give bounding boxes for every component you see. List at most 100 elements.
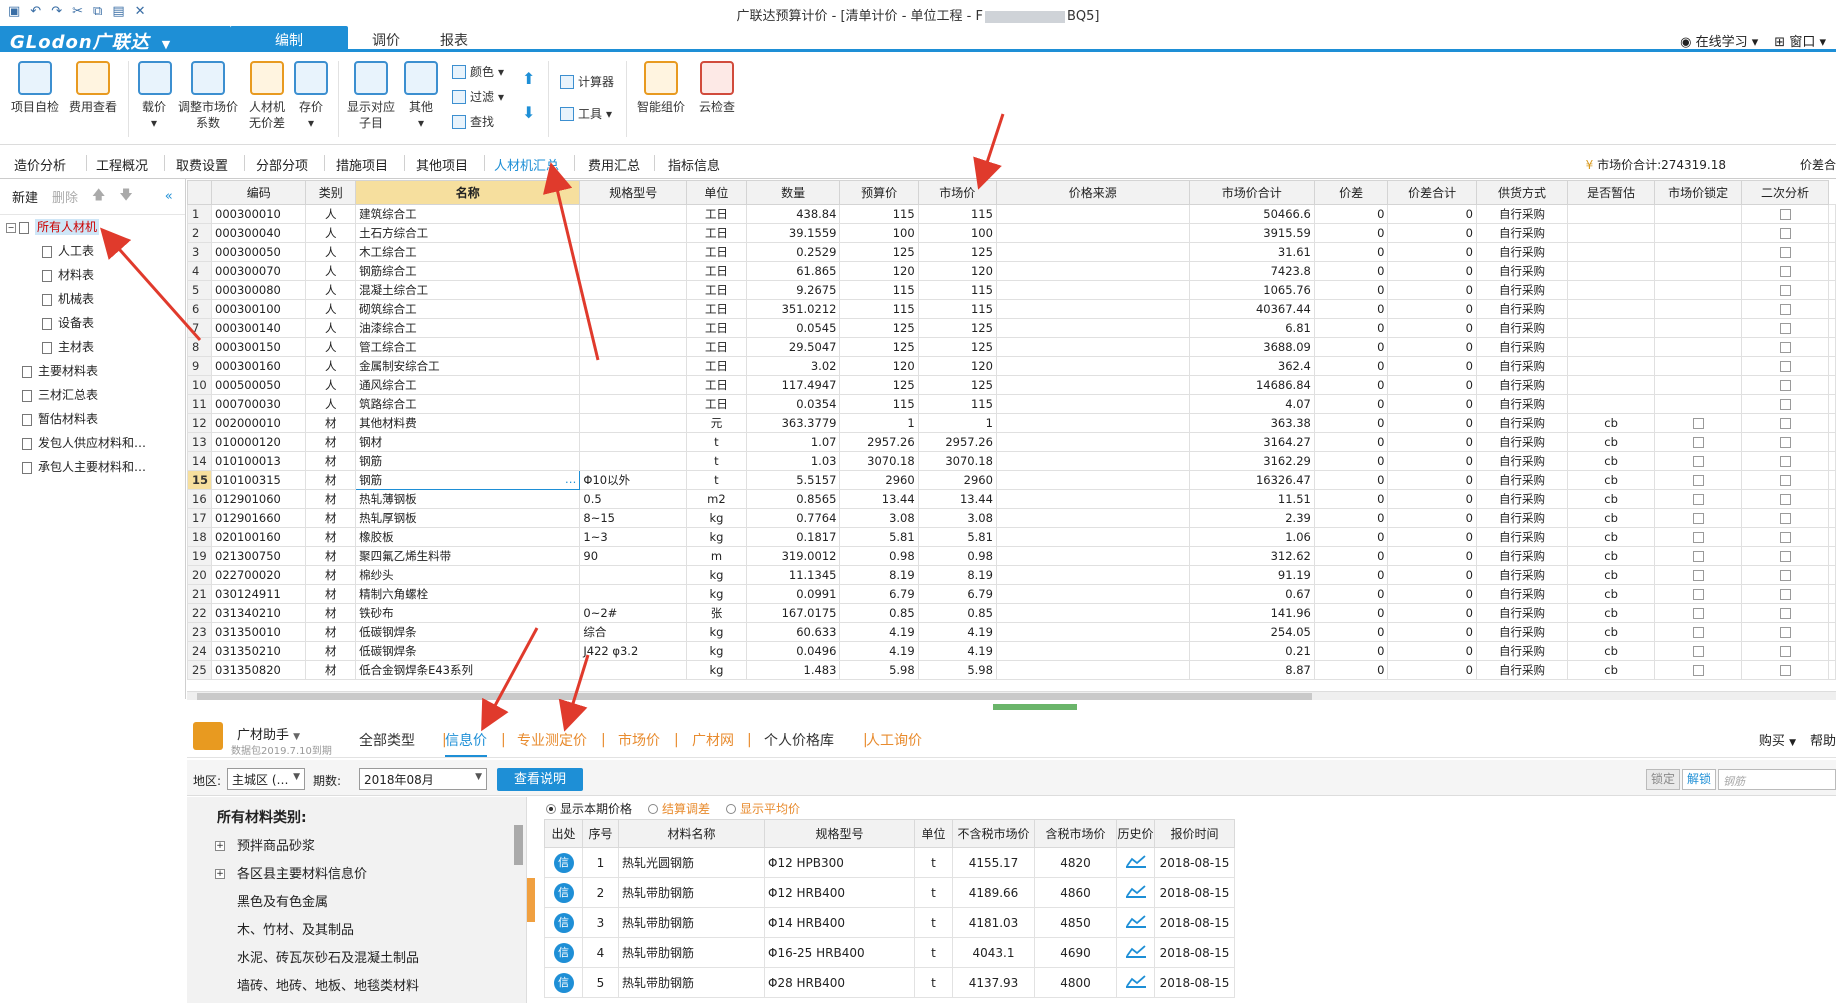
table-cell[interactable]: 人 (305, 280, 357, 300)
secondary-analysis-cell[interactable] (1828, 413, 1836, 433)
atab-market-price[interactable]: 市场价 (618, 730, 660, 750)
table-row[interactable]: 15 010100315 材钢筋 … Φ10以外 t 5.5157 2960 2960 1632… (187, 470, 1836, 490)
table-cell[interactable]: 0 (1387, 622, 1477, 642)
table-cell[interactable] (1567, 375, 1656, 395)
table-cell[interactable]: 自行采购 (1475, 242, 1569, 262)
price-cell[interactable]: t (914, 907, 953, 938)
table-cell[interactable]: 0 (1313, 603, 1389, 623)
market-lock-checkbox[interactable] (1779, 646, 1791, 657)
table-cell[interactable]: 建筑综合工 (355, 204, 581, 224)
table-row[interactable]: 17 012901660 材热轧厚钢板 8~15 kg 0.7764 3.08 3.08 2.3… (187, 508, 1836, 528)
table-cell[interactable] (995, 565, 1190, 585)
lock-cell[interactable] (1741, 584, 1829, 604)
expand-icon[interactable]: + (215, 869, 225, 879)
table-cell[interactable]: 031350820 (211, 660, 307, 680)
table-row[interactable]: 5 000300080 人混凝土综合工 工日 9.2675 115 115 1065.76 0 0… (187, 280, 1836, 300)
tree-node-all-resources[interactable]: − 所有人材机 (0, 215, 185, 239)
secondary-analysis-cell[interactable] (1828, 565, 1836, 585)
price-cell[interactable]: 热轧带肋钢筋 (618, 967, 765, 998)
material-search-input[interactable]: 钢筋 (1718, 769, 1836, 790)
table-cell[interactable]: 自行采购 (1475, 413, 1569, 433)
table-cell[interactable]: cb (1567, 546, 1656, 566)
lock-cell[interactable] (1741, 413, 1829, 433)
price-column-header[interactable]: 单位 (914, 819, 953, 848)
column-header[interactable]: 编码 (211, 180, 307, 205)
menu-tab-adjust-price[interactable]: 调价 (372, 30, 400, 50)
table-cell[interactable]: 0.1817 (745, 527, 841, 547)
lock-cell[interactable] (1741, 242, 1829, 262)
tab-fee-summary[interactable]: 费用汇总 (588, 155, 640, 174)
tree-node-contractor-materials[interactable]: 承包人主要材料和… (0, 455, 185, 479)
table-cell[interactable]: 0.85 (917, 603, 997, 623)
secondary-analysis-cell[interactable] (1828, 223, 1836, 243)
price-cell[interactable]: 4181.03 (952, 907, 1035, 938)
column-header[interactable]: 价格来源 (995, 180, 1190, 205)
table-cell[interactable]: 000700030 (211, 394, 307, 414)
table-cell[interactable]: kg (686, 641, 747, 661)
table-cell[interactable]: 低合金钢焊条E43系列 (355, 660, 581, 680)
table-cell[interactable]: 人 (305, 223, 357, 243)
table-cell[interactable]: 材 (305, 508, 357, 528)
collapse-category-handle[interactable] (527, 878, 535, 922)
provisional-checkbox[interactable] (1692, 627, 1704, 638)
region-select[interactable]: 主城区 (… (227, 768, 305, 790)
price-cell[interactable]: 4137.93 (952, 967, 1035, 998)
table-cell[interactable]: 低碳钢焊条 (355, 641, 581, 661)
table-cell[interactable]: 自行采购 (1475, 546, 1569, 566)
table-cell[interactable]: 0 (1313, 337, 1389, 357)
market-lock-checkbox[interactable] (1779, 209, 1791, 220)
table-cell[interactable]: 3.08 (839, 508, 919, 528)
table-cell[interactable]: 0 (1313, 356, 1389, 376)
table-cell[interactable]: 人 (305, 318, 357, 338)
market-lock-checkbox[interactable] (1779, 608, 1791, 619)
lock-cell[interactable] (1741, 204, 1829, 224)
table-cell[interactable]: 125 (839, 337, 919, 357)
table-cell[interactable] (995, 318, 1190, 338)
table-cell[interactable]: 材 (305, 622, 357, 642)
collapse-panel-icon[interactable]: « (165, 189, 173, 204)
table-cell[interactable]: 61.865 (745, 261, 841, 281)
table-cell[interactable]: 材 (305, 584, 357, 604)
table-cell[interactable]: 030124911 (211, 584, 307, 604)
secondary-analysis-cell[interactable] (1828, 432, 1836, 452)
table-row[interactable]: 2 000300040 人土石方综合工 工日 39.1559 100 100 3915.59 0… (187, 223, 1836, 243)
secondary-analysis-cell[interactable] (1828, 261, 1836, 281)
category-item[interactable]: 水泥、砖瓦灰砂石及混凝土制品 (187, 945, 526, 973)
table-cell[interactable]: 0 (1387, 451, 1477, 471)
tree-node-three-materials[interactable]: 三材汇总表 (0, 383, 185, 407)
table-cell[interactable]: 0 (1387, 242, 1477, 262)
table-cell[interactable]: 0.5 (579, 489, 688, 509)
horizontal-scrollbar[interactable] (187, 691, 1836, 700)
info-source-icon[interactable]: 信 (553, 912, 574, 933)
table-cell[interactable]: 4.19 (917, 622, 997, 642)
market-lock-checkbox[interactable] (1779, 247, 1791, 258)
history-cell[interactable] (1116, 877, 1155, 908)
table-cell[interactable] (1567, 223, 1656, 243)
history-cell[interactable] (1116, 937, 1155, 968)
table-cell[interactable]: 聚四氟乙烯生料带 (355, 546, 581, 566)
table-cell[interactable]: 钢材 (355, 432, 581, 452)
table-cell[interactable]: 材 (305, 641, 357, 661)
table-cell[interactable]: 254.05 (1188, 622, 1315, 642)
table-cell[interactable]: 0 (1313, 565, 1389, 585)
table-cell[interactable]: 2960 (839, 470, 919, 490)
table-cell[interactable]: 0.0354 (745, 394, 841, 414)
table-cell[interactable] (995, 261, 1190, 281)
column-header[interactable]: 数量 (745, 180, 841, 205)
price-cell[interactable]: 4850 (1034, 907, 1117, 938)
provisional-cell[interactable] (1654, 565, 1743, 585)
table-cell[interactable]: 钢筋综合工 (355, 261, 581, 281)
table-cell[interactable]: 1.07 (745, 432, 841, 452)
secondary-analysis-cell[interactable] (1828, 375, 1836, 395)
table-cell[interactable]: 362.4 (1188, 356, 1315, 376)
radio-current-price[interactable]: 显示本期价格 (546, 800, 632, 817)
table-cell[interactable]: 125 (917, 337, 997, 357)
table-cell[interactable]: 材 (305, 546, 357, 566)
table-cell[interactable]: 4.19 (839, 622, 919, 642)
category-item[interactable]: 木、竹材、及其制品 (187, 917, 526, 945)
tree-node-main-material[interactable]: 主材表 (0, 335, 185, 359)
price-cell[interactable]: 4690 (1034, 937, 1117, 968)
price-column-header[interactable]: 报价时间 (1154, 819, 1235, 848)
table-cell[interactable]: 363.3779 (745, 413, 841, 433)
table-cell[interactable]: 13.44 (839, 489, 919, 509)
